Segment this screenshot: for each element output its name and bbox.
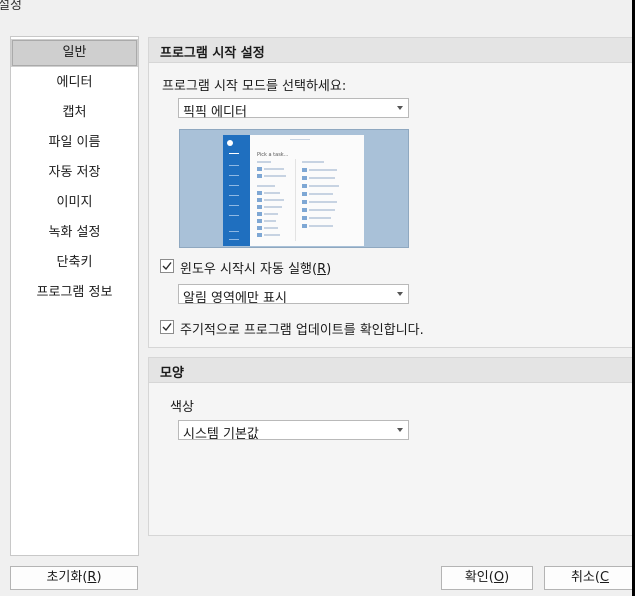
preview-main: Pick a task... xyxy=(250,135,364,246)
tray-mode-value: 알림 영역에만 표시 xyxy=(183,291,287,306)
checkmark-icon xyxy=(162,262,172,271)
nav-item-editor[interactable]: 에디터 xyxy=(11,69,138,97)
preview-item-icon xyxy=(302,192,307,196)
preview-line xyxy=(309,185,339,187)
preview-nav-line xyxy=(229,239,239,240)
nav-item-shortcuts[interactable]: 단축키 xyxy=(11,249,138,277)
preview-item-icon xyxy=(257,191,262,195)
preview-line xyxy=(264,234,280,236)
preview-line xyxy=(309,217,331,219)
tray-mode-select[interactable]: 알림 영역에만 표시 xyxy=(178,284,409,306)
autostart-label[interactable]: 윈도우 시작시 자동 실행(R) xyxy=(180,258,331,277)
preview-line xyxy=(264,227,278,229)
preview-line xyxy=(264,206,282,208)
preview-nav-line xyxy=(229,185,239,186)
preview-line xyxy=(264,192,280,194)
nav-item-recording[interactable]: 녹화 설정 xyxy=(11,219,138,247)
color-select[interactable]: 시스템 기본값 xyxy=(178,420,409,442)
nav-item-autosave[interactable]: 자동 저장 xyxy=(11,159,138,187)
preview-item-icon xyxy=(257,205,262,209)
preview-line xyxy=(309,193,333,195)
startup-mode-label: 프로그램 시작 모드를 선택하세요: xyxy=(162,79,347,94)
autostart-checkbox[interactable] xyxy=(160,259,174,273)
preview-item-icon xyxy=(302,184,307,188)
startup-mode-value: 픽픽 에디터 xyxy=(183,105,247,120)
cancel-button[interactable]: 취소(C xyxy=(544,566,632,590)
startup-section-title: 프로그램 시작 설정 xyxy=(160,46,265,61)
preview-line xyxy=(257,185,275,187)
preview-line xyxy=(302,161,324,163)
title-bar: 설정 xyxy=(0,0,632,24)
color-label: 색상 xyxy=(170,400,194,415)
nav-item-capture[interactable]: 캡처 xyxy=(11,99,138,127)
preview-item-icon xyxy=(257,198,262,202)
nav-item-image[interactable]: 이미지 xyxy=(11,189,138,217)
startup-section-header: 프로그램 시작 설정 xyxy=(149,38,632,63)
color-value: 시스템 기본값 xyxy=(183,427,259,442)
preview-item-icon xyxy=(302,208,307,212)
preview-nav-line xyxy=(229,153,239,154)
preview-item-icon xyxy=(302,176,307,180)
startup-mode-select[interactable]: 픽픽 에디터 xyxy=(178,98,409,120)
preview-nav-line xyxy=(229,215,239,216)
preview-line xyxy=(309,169,337,171)
preview-item-icon xyxy=(257,174,262,178)
appearance-section: 모양 xyxy=(148,357,632,536)
ok-button[interactable]: 확인(O) xyxy=(441,566,533,590)
preview-divider xyxy=(295,159,296,241)
update-check-label[interactable]: 주기적으로 프로그램 업데이트를 확인합니다. xyxy=(180,319,424,338)
preview-nav-line xyxy=(229,205,239,206)
preview-item-icon xyxy=(257,219,262,223)
preview-line xyxy=(257,161,271,163)
preview-line xyxy=(309,209,335,211)
preview-line xyxy=(264,220,276,222)
settings-window: 설정 일반 에디터 캡처 파일 이름 자동 저장 이미지 녹화 설정 단축키 프… xyxy=(0,0,632,596)
appearance-section-header: 모양 xyxy=(149,358,632,383)
preview-line xyxy=(264,199,284,201)
update-check-checkbox[interactable] xyxy=(160,320,174,334)
startup-mode-preview: Pick a task... xyxy=(179,129,409,248)
preview-item-icon xyxy=(257,226,262,230)
preview-line xyxy=(290,139,310,140)
preview-item-icon xyxy=(302,168,307,172)
preview-heading: Pick a task... xyxy=(257,152,289,158)
chevron-down-icon xyxy=(397,428,403,432)
chevron-down-icon xyxy=(397,106,403,110)
reset-button[interactable]: 초기화(R) xyxy=(10,566,138,590)
preview-line xyxy=(264,175,286,177)
preview-item-icon xyxy=(257,212,262,216)
checkmark-icon xyxy=(162,323,172,332)
preview-line xyxy=(309,201,337,203)
window-title: 설정 xyxy=(0,0,22,13)
appearance-section-title: 모양 xyxy=(160,366,184,381)
preview-logo-icon xyxy=(227,140,233,146)
preview-line xyxy=(264,213,278,215)
preview-nav-line xyxy=(229,165,239,166)
preview-item-icon xyxy=(302,200,307,204)
preview-item-icon xyxy=(302,224,307,228)
preview-sidebar xyxy=(223,135,250,246)
preview-item-icon xyxy=(257,167,262,171)
preview-nav-line xyxy=(229,175,239,176)
settings-nav: 일반 에디터 캡처 파일 이름 자동 저장 이미지 녹화 설정 단축키 프로그램… xyxy=(10,36,139,556)
chevron-down-icon xyxy=(397,292,403,296)
preview-nav-line xyxy=(229,231,239,232)
preview-item-icon xyxy=(302,216,307,220)
preview-line xyxy=(309,225,333,227)
preview-nav-line xyxy=(229,195,239,196)
nav-item-about[interactable]: 프로그램 정보 xyxy=(11,279,138,307)
nav-item-general[interactable]: 일반 xyxy=(11,39,138,67)
preview-line xyxy=(264,168,284,170)
preview-line xyxy=(309,177,335,179)
nav-item-filename[interactable]: 파일 이름 xyxy=(11,129,138,157)
preview-item-icon xyxy=(257,233,262,237)
